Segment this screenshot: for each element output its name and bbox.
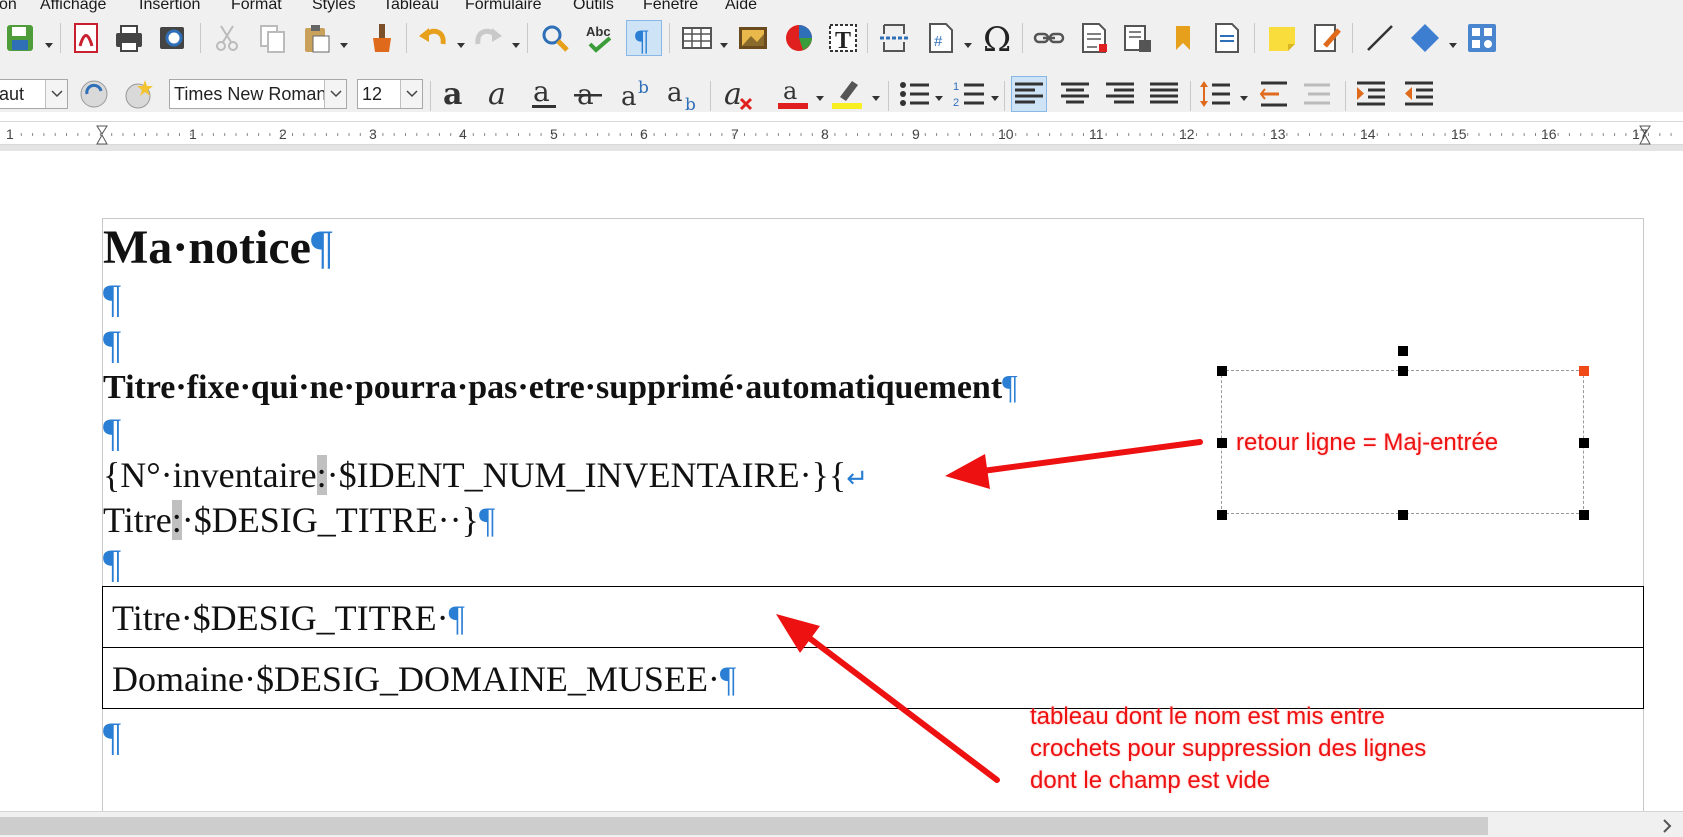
annotation-arrows [776, 439, 1203, 783]
scrollbar-thumb[interactable] [0, 817, 1488, 835]
arrow-to-table [776, 614, 1000, 783]
arrow-to-line-break [945, 439, 1203, 489]
scroll-right-icon[interactable] [1660, 818, 1674, 834]
horizontal-scrollbar[interactable] [0, 811, 1683, 837]
